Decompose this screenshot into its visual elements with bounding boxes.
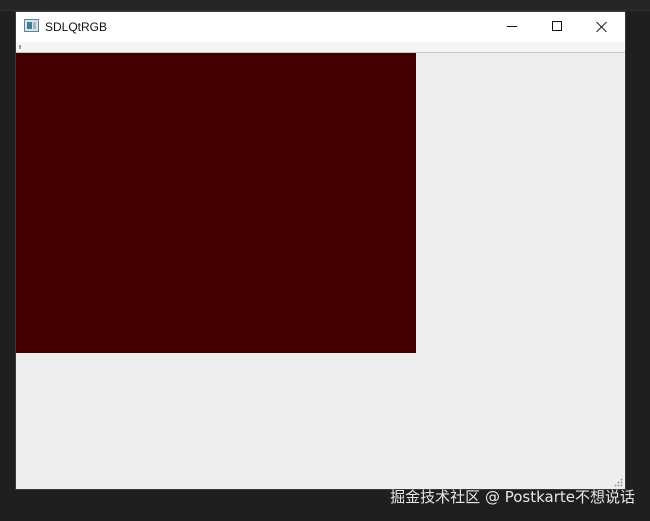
app-window: SDLQtRGB <box>16 12 625 489</box>
minimize-button[interactable] <box>490 12 535 42</box>
size-grip-icon[interactable] <box>614 478 623 487</box>
window-title: SDLQtRGB <box>45 20 108 34</box>
client-area <box>16 53 625 489</box>
close-icon <box>596 21 608 33</box>
maximize-button[interactable] <box>535 12 580 42</box>
desktop-top-strip <box>0 0 650 11</box>
sdl-render-surface[interactable] <box>16 53 416 353</box>
app-window-icon <box>24 19 39 32</box>
maximize-icon <box>552 21 562 31</box>
watermark-text: 掘金技术社区 @ Postkarte不想说话 <box>390 488 635 506</box>
minimize-icon <box>507 26 517 27</box>
menu-bar <box>16 42 625 53</box>
title-bar[interactable]: SDLQtRGB <box>16 12 625 42</box>
menu-grip-icon <box>19 45 21 47</box>
close-button[interactable] <box>580 12 625 42</box>
